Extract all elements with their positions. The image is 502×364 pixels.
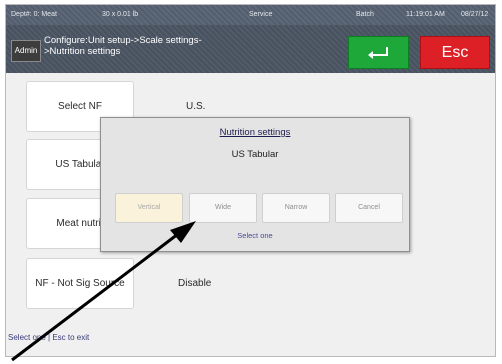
pointer-arrow-icon [11,221,196,362]
